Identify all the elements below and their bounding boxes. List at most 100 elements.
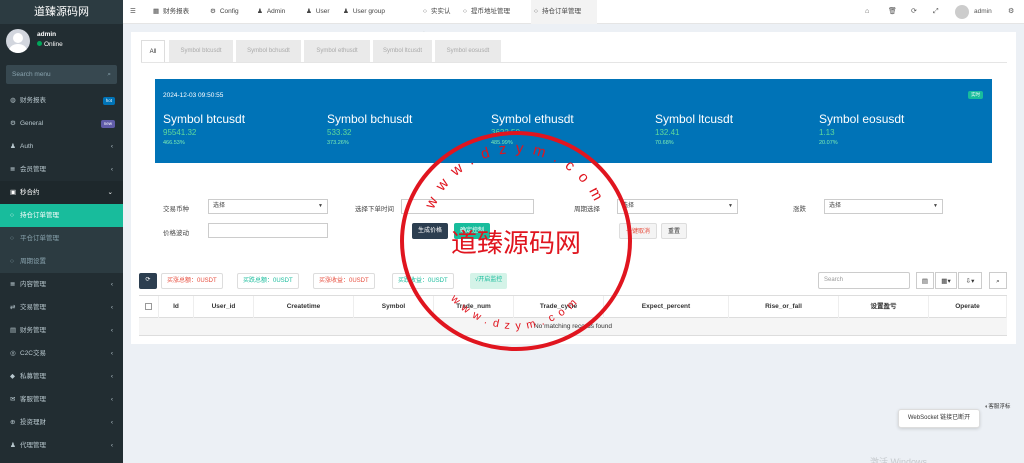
top-nav-tab[interactable]: ○ 提币地址管理 bbox=[463, 0, 523, 24]
sidebar-item-label: 交易管理 bbox=[20, 304, 46, 311]
menu-toggle-icon[interactable]: ☰ bbox=[130, 0, 142, 24]
menu-search-input[interactable]: Search menu ⌕ bbox=[6, 65, 117, 84]
symbol-price: 1.13 bbox=[819, 128, 835, 137]
sidebar-item[interactable]: ▤ 财务管理 ‹ bbox=[0, 319, 123, 342]
price-banner: 2024-12-03 09:50:55 实时 Symbol btcusdt 955… bbox=[155, 79, 992, 163]
table-search-input[interactable]: Search bbox=[818, 272, 910, 289]
confirm-control-button[interactable]: 确定控制 bbox=[454, 223, 491, 239]
sidebar-menu: ◍ 财务报表 hot ⚙ General new ♟ Auth ‹ ≣ 会员管理 ‹ ▣ 秒合约 ⌄ ○ 持仓订… bbox=[0, 89, 123, 457]
column-header[interactable]: Rise_or_fall bbox=[729, 296, 839, 318]
sidebar-item-label: 内容管理 bbox=[20, 281, 46, 288]
home-icon[interactable]: ⌂ bbox=[865, 0, 869, 24]
rise-fall-select[interactable]: 选择 ▼ bbox=[824, 199, 943, 214]
column-header[interactable]: Symbol bbox=[354, 296, 434, 318]
sidebar-item[interactable]: ≣ 会员管理 ‹ bbox=[0, 158, 123, 181]
trash-icon[interactable]: 🗑 bbox=[888, 0, 897, 24]
refresh-icon[interactable]: ⟳ bbox=[911, 0, 917, 24]
top-navbar: ⌂ 🗑 ⟳ ⤢ admin ⚙ ☰ ▦ 财务报表 ⚙ Config ♟ Admin ♟ User… bbox=[123, 0, 1024, 39]
customer-service-float[interactable]: ◐客服浮标 bbox=[985, 403, 1013, 431]
currency-select-value: 选择 bbox=[213, 203, 226, 209]
chevron-icon: ‹ bbox=[110, 327, 113, 334]
sidebar-item[interactable]: ○ 周期设置 bbox=[0, 250, 123, 273]
tab-symbol[interactable]: Symbol btcusdt bbox=[169, 40, 233, 62]
refresh-table-icon[interactable]: ⟳ bbox=[139, 273, 157, 289]
symbol-price-card: Symbol btcusdt 95541.32 466.53% bbox=[163, 112, 313, 146]
top-nav-label: 持仓订单管理 bbox=[541, 8, 581, 15]
top-nav-tab[interactable]: ♟ User group bbox=[343, 0, 415, 24]
avatar bbox=[6, 29, 30, 53]
app-logo[interactable]: 道臻源码网 bbox=[0, 0, 123, 24]
nav-icon: ♟ bbox=[257, 8, 263, 15]
column-header[interactable]: Trade_num bbox=[434, 296, 514, 318]
column-header[interactable]: Createtime bbox=[254, 296, 354, 318]
symbol-price-card: Symbol ethusdt 3623.50 485.99% bbox=[491, 112, 641, 146]
sidebar-item-label: General bbox=[20, 120, 44, 127]
sidebar-item[interactable]: ◍ 财务报表 hot bbox=[0, 89, 123, 112]
calendar-icon: ▣ bbox=[10, 189, 17, 196]
column-header[interactable]: Operate bbox=[929, 296, 1007, 318]
tab-symbol[interactable]: Symbol eosusdt bbox=[435, 40, 501, 62]
top-nav-label: 财务报表 bbox=[163, 8, 190, 15]
settings-icon[interactable]: ⚙ bbox=[1008, 0, 1014, 24]
order-time-input[interactable] bbox=[401, 199, 534, 214]
tab-symbol[interactable]: Symbol ltcusdt bbox=[373, 40, 432, 62]
sidebar-item[interactable]: ▣ 秒合约 ⌄ bbox=[0, 181, 123, 204]
reset-button[interactable]: 重置 bbox=[661, 223, 688, 239]
top-nav-tab[interactable]: ⚙ Config bbox=[210, 0, 250, 24]
currency-select[interactable]: 选择 ▼ bbox=[208, 199, 328, 214]
fullscreen-icon[interactable]: ⤢ bbox=[933, 0, 939, 24]
column-header[interactable]: Trade_cycle bbox=[514, 296, 604, 318]
price-swing-input[interactable] bbox=[208, 223, 328, 238]
symbol-name: Symbol btcusdt bbox=[163, 112, 246, 126]
generate-price-button[interactable]: 生成价格 bbox=[412, 223, 449, 239]
period-select[interactable]: 选择 ▼ bbox=[617, 199, 738, 214]
export-dropdown-icon[interactable]: ⇩▾ bbox=[958, 272, 982, 289]
tab-symbol[interactable]: Symbol ethusdt bbox=[304, 40, 370, 62]
chevron-icon: ‹ bbox=[110, 419, 113, 426]
enable-monitor-button[interactable]: √开启监控 bbox=[470, 273, 508, 289]
select-all-checkbox[interactable] bbox=[139, 296, 159, 318]
sidebar-item[interactable]: ◎ C2C交易 ‹ bbox=[0, 342, 123, 365]
tab-symbol[interactable]: Symbol bchusdt bbox=[236, 40, 301, 62]
columns-dropdown-icon[interactable]: ▦▾ bbox=[935, 272, 957, 289]
tab-symbol[interactable]: All bbox=[141, 40, 165, 62]
search-button-icon[interactable]: ⌕ bbox=[989, 272, 1007, 289]
globe-icon: ◎ bbox=[10, 350, 16, 357]
sidebar-item[interactable]: ✉ 客服管理 ‹ bbox=[0, 388, 123, 411]
top-nav-tab[interactable]: ▦ 财务报表 bbox=[153, 0, 205, 24]
top-nav-tab[interactable]: ○ 持仓订单管理 bbox=[531, 0, 597, 24]
sidebar-item[interactable]: ♟ Auth ‹ bbox=[0, 135, 123, 158]
top-nav-tab[interactable]: ○实实认证 bbox=[423, 0, 455, 39]
chevron-icon: ‹ bbox=[110, 143, 113, 150]
fall-total-stat: 买跌总额：0USDT bbox=[237, 273, 299, 289]
column-header[interactable]: Expect_percent bbox=[604, 296, 729, 318]
symbol-price: 3623.50 bbox=[491, 128, 520, 137]
sidebar-item[interactable]: ⇄ 交易管理 ‹ bbox=[0, 296, 123, 319]
sidebar-item[interactable]: ○ 持仓订单管理 bbox=[0, 204, 123, 227]
sidebar-item[interactable]: ○ 平仓订单管理 bbox=[0, 227, 123, 250]
sidebar-item-label: 私募管理 bbox=[20, 373, 46, 380]
top-nav-tab[interactable]: ♟ User bbox=[306, 0, 336, 24]
diamond-icon: ◆ bbox=[10, 373, 15, 380]
admin-menu[interactable]: admin bbox=[974, 0, 992, 24]
sidebar-item[interactable]: ⊕ 投资理财 ‹ bbox=[0, 411, 123, 434]
top-nav-label: Config bbox=[219, 8, 239, 15]
sidebar-badge: hot bbox=[102, 97, 115, 105]
nav-icon: ▦ bbox=[153, 8, 160, 15]
symbol-name: Symbol ltcusdt bbox=[655, 112, 734, 126]
search-icon[interactable]: ⌕ bbox=[107, 65, 111, 84]
sidebar-item[interactable]: ≣ 内容管理 ‹ bbox=[0, 273, 123, 296]
sidebar-item[interactable]: ◆ 私募管理 ‹ bbox=[0, 365, 123, 388]
column-header[interactable]: User_id bbox=[194, 296, 254, 318]
caret-down-icon: ▼ bbox=[728, 203, 733, 209]
cancel-all-button[interactable]: 一键取消 bbox=[619, 223, 658, 239]
symbol-change: 70.68% bbox=[655, 140, 674, 146]
sidebar-item[interactable]: ⚙ General new bbox=[0, 112, 123, 135]
admin-avatar[interactable] bbox=[955, 5, 969, 19]
top-nav-tab[interactable]: ♟ Admin bbox=[257, 0, 299, 24]
column-header[interactable]: Id bbox=[159, 296, 194, 318]
circle-icon: ○ bbox=[10, 212, 14, 219]
toggle-view-icon[interactable]: ▤ bbox=[916, 272, 934, 289]
sidebar-item[interactable]: ♟ 代理管理 ‹ bbox=[0, 434, 123, 457]
column-header[interactable]: 设置盈亏 bbox=[839, 296, 929, 318]
